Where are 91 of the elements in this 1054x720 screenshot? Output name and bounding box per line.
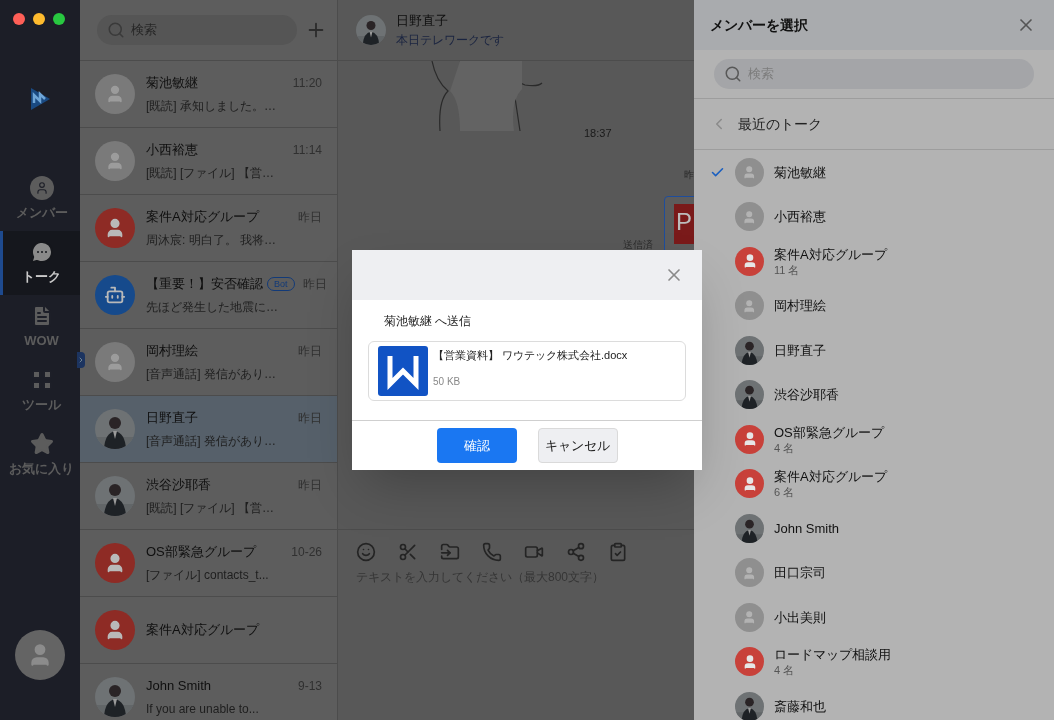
word-document-icon [378, 346, 428, 396]
member-name: 渋谷沙耶香 [774, 386, 839, 404]
conversation-name: 【重要！】安否確認 [146, 275, 263, 294]
group-avatar-icon [735, 469, 764, 499]
nav-tab[interactable]: WOW [0, 295, 80, 359]
app-logo [28, 86, 52, 112]
member-count: 4 名 [774, 663, 796, 678]
member-name: 小西裕恵 [774, 208, 826, 226]
group-avatar-icon [95, 610, 135, 650]
folder-icon[interactable] [440, 542, 460, 562]
conversation-name: OS部緊急グループ [146, 543, 256, 562]
back-link[interactable]: 最近のトーク [694, 99, 1054, 150]
conversation-name: 案件A対応グループ [146, 621, 259, 640]
close-window-icon[interactable] [13, 13, 25, 25]
member-item[interactable]: 菊池敏継 [694, 150, 1054, 195]
member-name: 案件A対応グループ [774, 245, 887, 263]
member-item[interactable]: ロードマップ相談用 4 名 [694, 639, 1054, 684]
chat-contact-name: 日野直子 [396, 12, 449, 31]
avatar-icon [95, 141, 135, 181]
member-item[interactable]: OS部緊急グループ 4 名 [694, 417, 1054, 462]
maximize-window-icon[interactable] [53, 13, 65, 25]
file-name: 【営業資料】 ワウテック株式会社.docx [433, 348, 628, 363]
conversation-name: 岡村理絵 [146, 342, 198, 361]
member-item[interactable]: 岡村理絵 [694, 283, 1054, 328]
avatar-icon [735, 202, 764, 232]
member-item[interactable]: 田口宗司 [694, 550, 1054, 595]
member-name: John Smith [774, 519, 840, 537]
group-avatar-icon [735, 647, 764, 677]
phone-icon[interactable] [482, 542, 502, 562]
member-item[interactable]: 渋谷沙耶香 [694, 372, 1054, 417]
group-avatar-icon [95, 543, 135, 583]
group-avatar-icon [95, 208, 135, 248]
avatar-icon [735, 157, 764, 187]
user-avatar[interactable] [15, 630, 65, 680]
nav-tab[interactable]: メンバー [0, 167, 80, 231]
share-icon[interactable] [566, 542, 586, 562]
avatar-icon [735, 602, 764, 632]
file-size: 50 KB [433, 374, 462, 389]
nav-tab[interactable]: お気に入り [0, 423, 80, 487]
star-icon [29, 431, 54, 456]
group-avatar-icon [735, 424, 764, 454]
message-preview: If you are unable to... [146, 700, 260, 718]
panel-title: メンバーを選択 [710, 15, 808, 35]
member-item[interactable]: 案件A対応グループ 6 名 [694, 461, 1054, 506]
member-count: 11 名 [774, 262, 801, 277]
message-time: 18:37 [584, 126, 612, 141]
member-name: OS部緊急グループ [774, 423, 884, 441]
group-avatar-icon [735, 246, 764, 276]
robot-icon [95, 275, 135, 315]
avatar-icon [735, 291, 764, 321]
avatar-icon [95, 74, 135, 114]
search-icon [724, 65, 742, 83]
member-name: 日野直子 [774, 341, 826, 359]
conversation-name: John Smith [146, 677, 212, 696]
member-item[interactable]: 小西裕恵 [694, 194, 1054, 239]
nav-tab[interactable]: ツール [0, 359, 80, 423]
member-name: 菊池敏継 [774, 163, 826, 181]
scissors-icon[interactable] [398, 542, 418, 562]
conversation-name: 渋谷沙耶香 [146, 476, 211, 495]
member-name: 斎藤和也 [774, 697, 826, 715]
conversation-item[interactable]: 案件A対応グループ [80, 597, 337, 664]
member-item[interactable]: 日野直子 [694, 328, 1054, 373]
avatar-icon [95, 342, 135, 382]
clipboard-icon[interactable] [608, 542, 628, 562]
member-item[interactable]: 案件A対応グループ 11 名 [694, 239, 1054, 284]
emoji-icon[interactable] [356, 542, 376, 562]
message-preview: [音声通話] 発信があり… [146, 432, 277, 450]
recipient-label: 菊池敏継 へ送信 [383, 313, 473, 330]
minimize-window-icon[interactable] [33, 13, 45, 25]
member-name: 田口宗司 [774, 564, 826, 582]
avatar-icon [735, 558, 764, 588]
nav-tab[interactable]: トーク [0, 231, 80, 295]
member-name: 岡村理絵 [774, 297, 826, 315]
member-item[interactable]: 斎藤和也 [694, 684, 1054, 720]
conversation-name: 菊池敏継 [146, 74, 198, 93]
conversation-name: 日野直子 [146, 409, 198, 428]
search-icon [107, 21, 125, 39]
member-count: 4 名 [774, 440, 796, 455]
person-icon [29, 175, 54, 200]
cancel-button[interactable]: キャンセル [537, 428, 618, 463]
conversation-name: 小西裕恵 [146, 141, 198, 160]
member-count: 6 名 [774, 485, 796, 500]
member-item[interactable]: John Smith [694, 506, 1054, 551]
expand-handle-icon[interactable] [77, 352, 85, 368]
member-item[interactable]: 小出美則 [694, 595, 1054, 640]
file-type-icon: P [674, 204, 694, 244]
member-name: 小出美則 [774, 608, 826, 626]
member-name: ロードマップ相談用 [774, 646, 891, 664]
member-name: 案件A対応グループ [774, 468, 887, 486]
conversation-name: 案件A対応グループ [146, 208, 259, 227]
confirm-button[interactable]: 確認 [436, 428, 517, 463]
